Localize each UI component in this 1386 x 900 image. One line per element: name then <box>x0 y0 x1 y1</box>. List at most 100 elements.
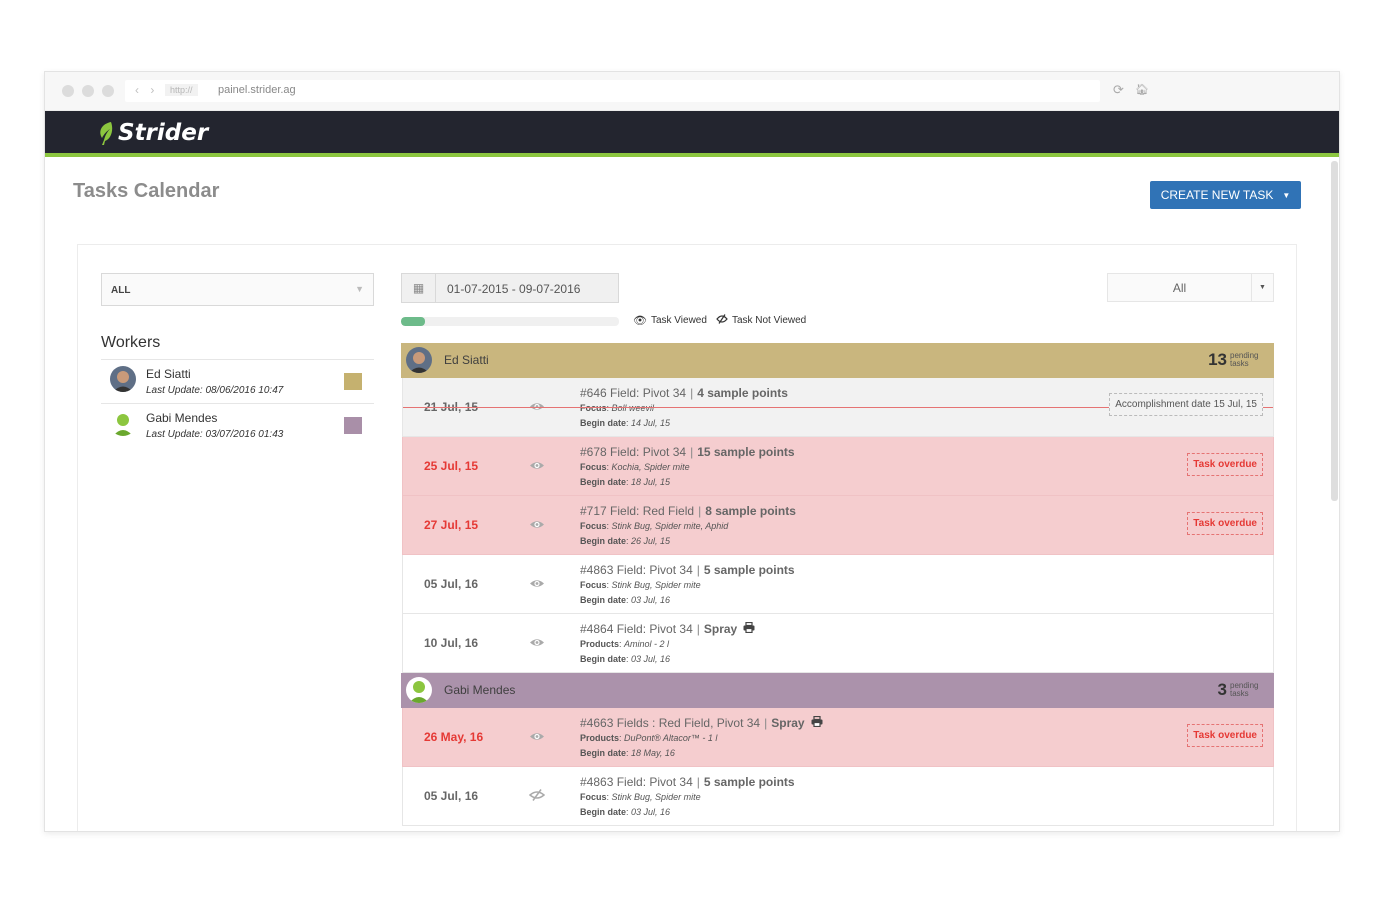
worker-name: Ed Siatti <box>146 367 191 381</box>
window-maximize-dot[interactable] <box>102 85 114 97</box>
group-header[interactable]: Gabi Mendes 3 pending tasks <box>401 673 1274 708</box>
worker-color-swatch[interactable] <box>344 373 362 390</box>
task-focus-label: Focus <box>580 462 607 472</box>
avatar <box>406 347 432 373</box>
task-focus-value: Boll weevil <box>611 403 655 413</box>
task-field: #717 Field: Red Field <box>580 504 695 518</box>
separator: | <box>764 716 768 730</box>
worker-color-swatch[interactable] <box>344 417 362 434</box>
task-begin-date: Begin date: 03 Jul, 16 <box>580 807 670 817</box>
page-title: Tasks Calendar <box>73 180 220 202</box>
worker-filter-select[interactable]: ALL ▼ <box>101 273 374 306</box>
window-minimize-dot[interactable] <box>82 85 94 97</box>
task-row[interactable]: 21 Jul, 15 #646 Field: Pivot 34 | 4 sample … <box>402 378 1274 437</box>
task-focus: Focus: Stink Bug, Spider mite <box>580 792 701 802</box>
task-begin-date: Begin date: 18 May, 16 <box>580 748 675 758</box>
task-detail: 8 sample points <box>705 504 796 518</box>
avatar <box>406 677 432 703</box>
create-button-label: CREATE NEW TASK <box>1160 188 1274 202</box>
leaf-icon <box>100 122 113 145</box>
task-row[interactable]: 25 Jul, 15 #678 Field: Pivot 34 | 15 sample… <box>402 437 1274 496</box>
task-row[interactable]: 27 Jul, 15 #717 Field: Red Field | 8 sample… <box>402 496 1274 555</box>
task-begin-label: Begin date <box>580 418 627 428</box>
task-begin-label: Begin date <box>580 536 627 546</box>
task-field: #4863 Field: Pivot 34 <box>580 563 693 577</box>
group-worker-name: Gabi Mendes <box>444 683 516 697</box>
address-bar[interactable]: ‹ › http:// painel.strider.ag <box>125 80 1100 102</box>
task-focus: Products: DuPont® Altacor™ - 1 l <box>580 733 717 743</box>
task-detail: 5 sample points <box>703 775 795 789</box>
task-begin-value: 03 Jul, 16 <box>631 807 671 817</box>
task-row[interactable]: 05 Jul, 16 #4863 Field: Pivot 34 | 5 sample… <box>402 767 1274 826</box>
window-close-dot[interactable] <box>62 85 74 97</box>
avatar <box>110 366 136 392</box>
task-due-date: 27 Jul, 15 <box>424 518 479 532</box>
legend-not-viewed-label: Task Not Viewed <box>731 315 807 326</box>
task-title: #4864 Field: Pivot 34 | Spray <box>580 621 755 636</box>
status-filter-select[interactable]: All ▼ <box>1107 273 1274 302</box>
worker-last-update: Last Update: 08/06/2016 10:47 <box>146 385 284 396</box>
print-icon[interactable] <box>743 621 755 636</box>
task-row[interactable]: 10 Jul, 16 #4864 Field: Pivot 34 | Spray Pro… <box>402 614 1274 673</box>
status-filter-value: All <box>1172 281 1187 295</box>
worker-item[interactable]: Gabi Mendes Last Update: 03/07/2016 01:43 <box>101 403 374 447</box>
worker-list: Ed Siatti Last Update: 08/06/2016 10:47 Ga… <box>101 359 374 447</box>
separator: | <box>696 622 700 636</box>
task-groups: Ed Siatti 13 pending tasks 21 Jul, 15 #646 Fi… <box>401 343 1274 826</box>
task-begin-date: Begin date: 18 Jul, 15 <box>580 477 670 487</box>
strider-logo[interactable]: Strider <box>97 120 208 146</box>
page-scrollbar[interactable] <box>1331 161 1338 501</box>
task-field: #4864 Field: Pivot 34 <box>580 622 693 636</box>
pending-count-label: pending tasks <box>1230 682 1263 698</box>
eye-icon <box>529 576 545 592</box>
avatar <box>110 410 136 436</box>
task-focus: Focus: Kochia, Spider mite <box>580 462 690 472</box>
viewed-progress-bar <box>401 317 619 326</box>
separator: | <box>696 563 700 577</box>
worker-name: Gabi Mendes <box>146 411 218 425</box>
separator: | <box>698 504 702 518</box>
task-begin-label: Begin date <box>580 748 627 758</box>
task-detail: 15 sample points <box>697 445 795 459</box>
task-detail: Spray <box>771 716 805 730</box>
task-begin-value: 14 Jul, 15 <box>631 418 671 428</box>
caret-down-icon[interactable]: ▼ <box>1251 274 1273 301</box>
task-begin-value: 18 May, 16 <box>631 748 675 758</box>
task-title: #646 Field: Pivot 34 | 4 sample points <box>580 386 788 400</box>
legend-viewed-label: Task Viewed <box>650 315 707 326</box>
task-due-date: 05 Jul, 16 <box>424 789 479 803</box>
separator: | <box>696 775 700 789</box>
task-row[interactable]: 26 May, 16 #4663 Fields : Red Field, Pivo… <box>402 708 1274 767</box>
url-text[interactable]: painel.strider.ag <box>218 84 296 96</box>
task-begin-date: Begin date: 26 Jul, 15 <box>580 536 670 546</box>
task-focus-value: Kochia, Spider mite <box>611 462 690 472</box>
task-title: #717 Field: Red Field | 8 sample points <box>580 504 796 518</box>
task-focus-value: Stink Bug, Spider mite <box>611 792 701 802</box>
task-focus-label: Focus <box>580 403 607 413</box>
worker-last-update: Last Update: 03/07/2016 01:43 <box>146 429 284 440</box>
home-icon[interactable]: 🏠︎ <box>1135 83 1149 96</box>
create-new-task-button[interactable]: CREATE NEW TASK ▼ <box>1150 181 1301 209</box>
eye-icon <box>529 635 545 651</box>
main-content: Tasks Calendar CREATE NEW TASK ▼ ALL ▼ W… <box>45 161 1339 831</box>
worker-item[interactable]: Ed Siatti Last Update: 08/06/2016 10:47 <box>101 359 374 403</box>
overdue-badge: Task overdue <box>1187 453 1263 476</box>
pending-count-number: 13 <box>1208 350 1227 369</box>
progress-fill <box>401 317 425 326</box>
calendar-panel: ALL ▼ Workers Ed Siatti Last Update: 08/0… <box>77 244 1297 831</box>
task-title: #4863 Field: Pivot 34 | 5 sample points <box>580 563 795 577</box>
task-focus: Focus: Stink Bug, Spider mite <box>580 580 701 590</box>
reload-icon[interactable]: ⟳ <box>1113 82 1124 98</box>
group-header[interactable]: Ed Siatti 13 pending tasks <box>401 343 1274 378</box>
eye-slash-icon <box>716 314 728 327</box>
task-begin-value: 18 Jul, 15 <box>631 477 671 487</box>
task-field: #678 Field: Pivot 34 <box>580 445 687 459</box>
back-forward-icon[interactable]: ‹ › <box>135 83 158 97</box>
date-range-picker[interactable]: ▦ 01-07-2015 - 09-07-2016 <box>401 273 619 303</box>
task-due-date: 25 Jul, 15 <box>424 459 479 473</box>
task-title: #678 Field: Pivot 34 | 15 sample points <box>580 445 795 459</box>
calendar-icon[interactable]: ▦ <box>402 274 436 302</box>
print-icon[interactable] <box>811 715 823 730</box>
task-row[interactable]: 05 Jul, 16 #4863 Field: Pivot 34 | 5 sample… <box>402 555 1274 614</box>
task-focus-value: Stink Bug, Spider mite, Aphid <box>611 521 729 531</box>
